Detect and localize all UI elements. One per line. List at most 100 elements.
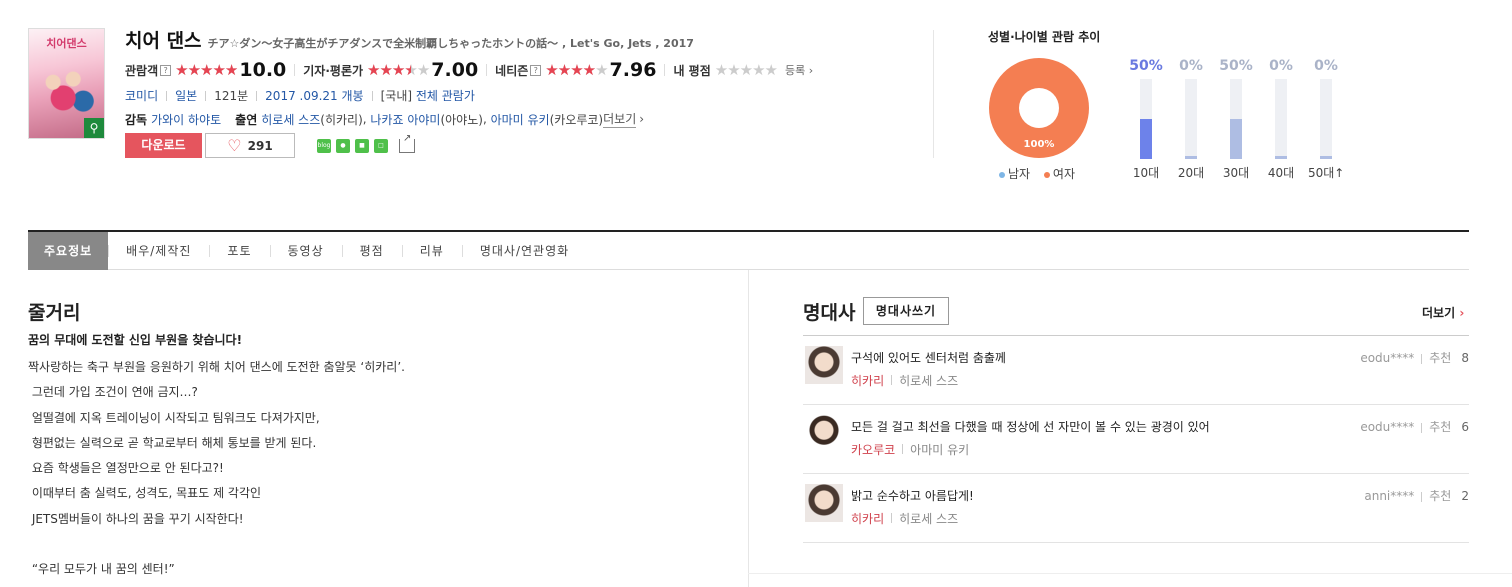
- tab-bar: 주요정보 배우/제작진 포토 동영상 평점 리뷰 명대사/연관영화: [28, 230, 1469, 270]
- movie-subtitle: チア☆ダン～女子高生がチアダンスで全米制覇しちゃったホントの話～ , Let's…: [207, 37, 694, 50]
- netizen-rating-label: 네티즌: [495, 63, 529, 78]
- age-bar: 50% 30대: [1218, 58, 1263, 183]
- my-rating-stars[interactable]: ★★★★★★★★★★: [715, 62, 778, 78]
- synopsis-subheading: 꿈의 무대에 도전할 신입 부원을 찾습니다!: [28, 333, 243, 347]
- recommend-label[interactable]: 추천: [1429, 351, 1451, 365]
- recommend-label[interactable]: 추천: [1429, 489, 1451, 503]
- director-link[interactable]: 가와이 하야토: [151, 111, 221, 128]
- quote-user: anni****: [1364, 489, 1415, 503]
- netizen-stars: ★★★★★★★★★★: [545, 60, 608, 79]
- poster-image: [33, 57, 100, 120]
- age-bar-chart: 50% 10대 0% 20대 50% 30대 0% 40대 0% 50대↑: [1128, 58, 1353, 183]
- tab-cast-crew[interactable]: 배우/제작진: [108, 232, 209, 270]
- age-bar-label: 50대↑: [1308, 166, 1345, 180]
- age-bar-fill: [1140, 119, 1152, 159]
- cast-role: (아야노): [440, 112, 483, 127]
- register-rating-link[interactable]: 등록 ›: [785, 62, 813, 78]
- actor-thumbnail[interactable]: [805, 484, 843, 522]
- age-bar-pct: 0%: [1314, 58, 1338, 74]
- grade-link[interactable]: 전체 관람가: [416, 87, 475, 104]
- meta-row: 코미디 일본 121분 2017 .09.21 개봉 [국내] 전체 관람가: [125, 87, 813, 104]
- movie-title[interactable]: 치어 댄스: [125, 26, 202, 53]
- help-icon[interactable]: ?: [530, 64, 542, 76]
- actor-link[interactable]: 히로세 스즈: [899, 512, 958, 526]
- tab-video[interactable]: 동영상: [269, 232, 342, 270]
- quote-list: 구석에 있어도 센터처럼 춤출께 히카리 히로세 스즈 eodu**** 추천 8 모…: [803, 335, 1469, 543]
- band-icon[interactable]: ●: [336, 138, 350, 153]
- action-row: 다운로드 ♡ 291 blog ● ■ □: [125, 133, 415, 158]
- poster-title: 치어댄스: [46, 37, 87, 50]
- cast-more-link[interactable]: 더보기: [603, 110, 637, 128]
- age-bar-fill: [1320, 156, 1332, 159]
- grade-prefix: [국내]: [380, 89, 413, 103]
- quote-item: 모든 걸 걸고 최선을 다했을 때 정상에 선 자만이 볼 수 있는 광경이 있…: [803, 405, 1469, 474]
- like-count: 291: [247, 138, 273, 153]
- age-bar: 50% 10대: [1128, 58, 1173, 183]
- synopsis-heading: 줄거리: [28, 302, 81, 324]
- tab-rating[interactable]: 평점: [341, 232, 402, 270]
- quote-item: 구석에 있어도 센터처럼 춤출께 히카리 히로세 스즈 eodu**** 추천 8: [803, 336, 1469, 405]
- actor-link[interactable]: 히로세 스즈: [899, 374, 958, 388]
- audience-score: 10.0: [239, 59, 287, 81]
- share-out-icon[interactable]: [399, 133, 415, 153]
- zoom-icon[interactable]: ⚲: [84, 118, 104, 138]
- tab-quotes-related[interactable]: 명대사/연관영화: [461, 232, 587, 270]
- quote-user: eodu****: [1360, 420, 1415, 434]
- tab-photo[interactable]: 포토: [209, 232, 269, 270]
- runtime: 121분: [214, 89, 249, 103]
- bookmark-icon[interactable]: ■: [355, 138, 369, 153]
- recommend-label[interactable]: 추천: [1429, 420, 1451, 434]
- like-button[interactable]: ♡ 291: [205, 133, 295, 158]
- age-bar: 0% 20대: [1173, 58, 1218, 183]
- recommend-count: 8: [1461, 351, 1469, 365]
- female-legend-label: 여자: [1052, 167, 1076, 181]
- download-button[interactable]: 다운로드: [125, 133, 202, 158]
- stats-title: 성별·나이별 관람 추이: [988, 30, 1101, 44]
- actor-link[interactable]: 아마미 유키: [910, 443, 969, 457]
- line-icon[interactable]: □: [374, 138, 388, 153]
- age-bar-fill: [1230, 119, 1242, 159]
- female-percent: 100%: [1023, 139, 1055, 150]
- cast-link[interactable]: 아마미 유키: [491, 111, 550, 128]
- cast-role: (히카리): [320, 112, 363, 127]
- age-bar-label: 10대: [1132, 166, 1160, 180]
- cast-link[interactable]: 히로세 스즈: [261, 111, 320, 128]
- quote-text: 구석에 있어도 센터처럼 춤출께: [851, 351, 1006, 365]
- quotes-more-link[interactable]: 더보기 ›: [1422, 304, 1464, 321]
- quote-text: 모든 걸 걸고 최선을 다했을 때 정상에 선 자만이 볼 수 있는 광경이 있…: [851, 420, 1210, 434]
- quotes-heading: 명대사: [803, 302, 856, 324]
- genre-link[interactable]: 코미디: [125, 87, 158, 104]
- recommend-count: 6: [1461, 420, 1469, 434]
- age-bar-fill: [1185, 156, 1197, 159]
- write-quote-button[interactable]: 명대사쓰기: [863, 297, 949, 325]
- blog-icon[interactable]: blog: [317, 138, 331, 153]
- female-legend-dot: [1043, 171, 1050, 178]
- age-bar-pct: 50%: [1219, 58, 1253, 74]
- credits-row: 감독 가와이 하야토 출연 히로세 스즈 (히카리), 나카죠 아야미 (아야노),…: [125, 110, 645, 128]
- age-bar-label: 20대: [1177, 166, 1205, 180]
- character-link[interactable]: 카오루코: [851, 443, 895, 457]
- release-date-link[interactable]: 2017 .09.21 개봉: [265, 87, 363, 104]
- movie-poster[interactable]: 치어댄스 ⚲: [28, 28, 105, 139]
- netizen-score: 7.96: [609, 59, 657, 81]
- tab-review[interactable]: 리뷰: [401, 232, 462, 270]
- share-icons: blog ● ■ □: [317, 133, 415, 153]
- tab-main-info[interactable]: 주요정보: [28, 232, 109, 270]
- audience-stars: ★★★★★ ★★★★★: [175, 60, 238, 79]
- age-bar-pct: 0%: [1179, 58, 1203, 74]
- actor-thumbnail[interactable]: [805, 415, 843, 453]
- quote-text: 밝고 순수하고 아름답게!: [851, 489, 974, 503]
- cast-link[interactable]: 나카죠 아야미: [370, 111, 440, 128]
- character-link[interactable]: 히카리: [851, 512, 884, 526]
- actor-thumbnail[interactable]: [805, 346, 843, 384]
- age-bar-pct: 0%: [1269, 58, 1293, 74]
- ratings-row: 관람객 ? ★★★★★★★★★★ 10.0 기자·평론가 ★★★★★★★★★★ …: [125, 59, 813, 81]
- cast-role: (카오루코): [549, 112, 604, 127]
- critic-stars: ★★★★★★★★★★: [367, 60, 430, 79]
- gender-donut-chart: 100%: [989, 58, 1089, 158]
- movie-info: 치어 댄스 チア☆ダン～女子高生がチアダンスで全米制覇しちゃったホントの話～ ,…: [125, 26, 813, 128]
- character-link[interactable]: 히카리: [851, 374, 884, 388]
- help-icon[interactable]: ?: [160, 64, 172, 76]
- country-link[interactable]: 일본: [175, 87, 197, 104]
- age-bar: 0% 40대: [1263, 58, 1308, 183]
